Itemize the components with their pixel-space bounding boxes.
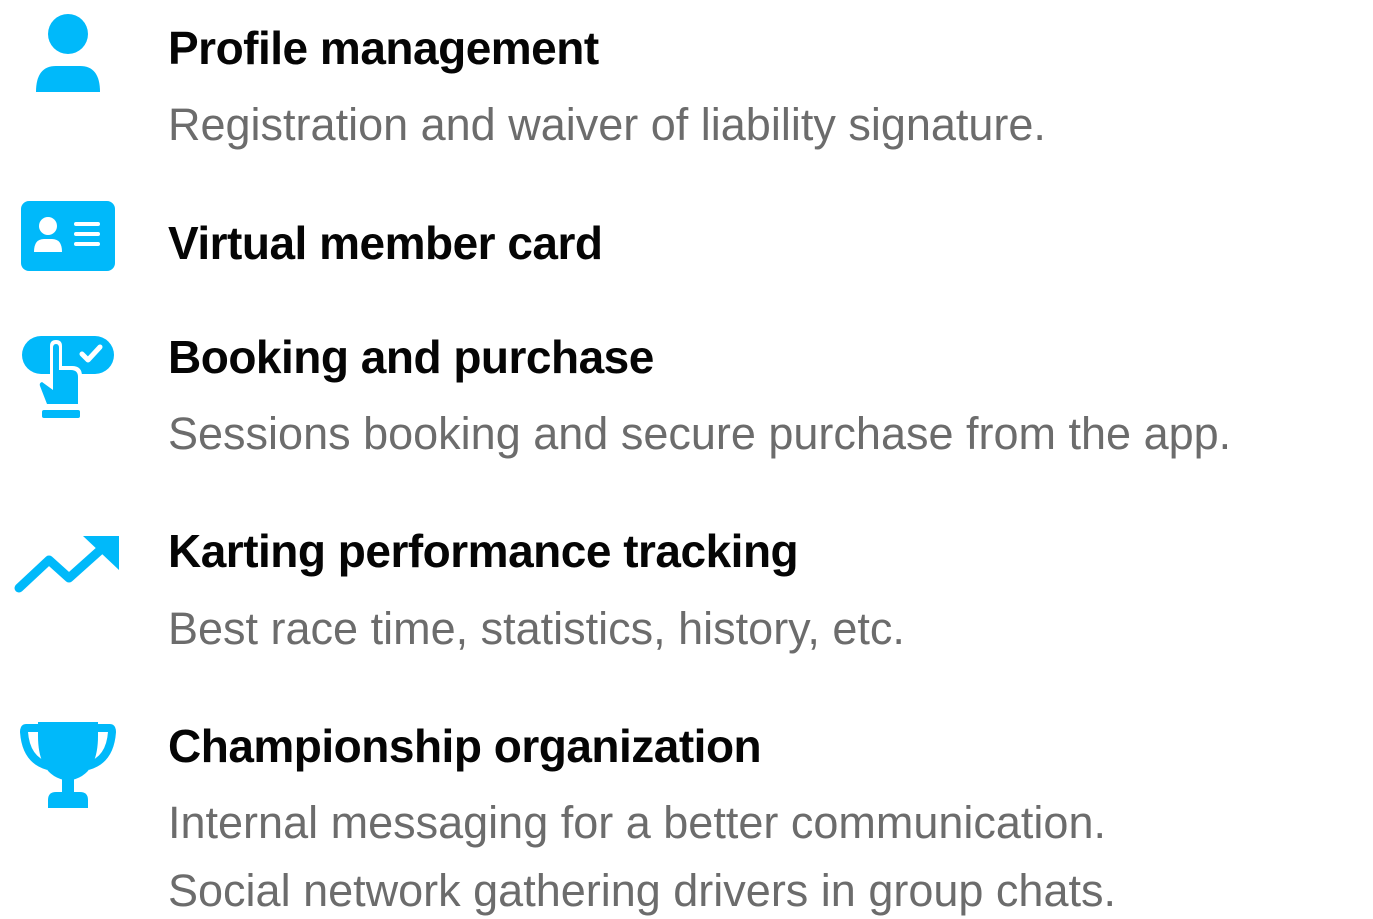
feature-title: Karting performance tracking <box>168 525 799 577</box>
feature-description: Internal messaging for a better communic… <box>168 797 1106 848</box>
feature-description: Best race time, statistics, history, etc… <box>168 603 905 654</box>
feature-title: Championship organization <box>168 720 762 772</box>
tap-check-icon <box>10 334 126 424</box>
id-card-icon <box>10 200 126 272</box>
trending-up-icon <box>10 532 126 596</box>
feature-description-line-2: Social network gathering drivers in grou… <box>168 865 1116 916</box>
feature-title: Profile management <box>168 22 599 74</box>
feature-description: Sessions booking and secure purchase fro… <box>168 408 1232 459</box>
user-icon <box>10 12 126 96</box>
feature-description: Registration and waiver of liability sig… <box>168 99 1046 150</box>
feature-title: Booking and purchase <box>168 331 654 383</box>
trophy-icon <box>10 720 126 812</box>
feature-title: Virtual member card <box>168 217 603 269</box>
feature-list: Profile management Registration and waiv… <box>0 0 1373 919</box>
